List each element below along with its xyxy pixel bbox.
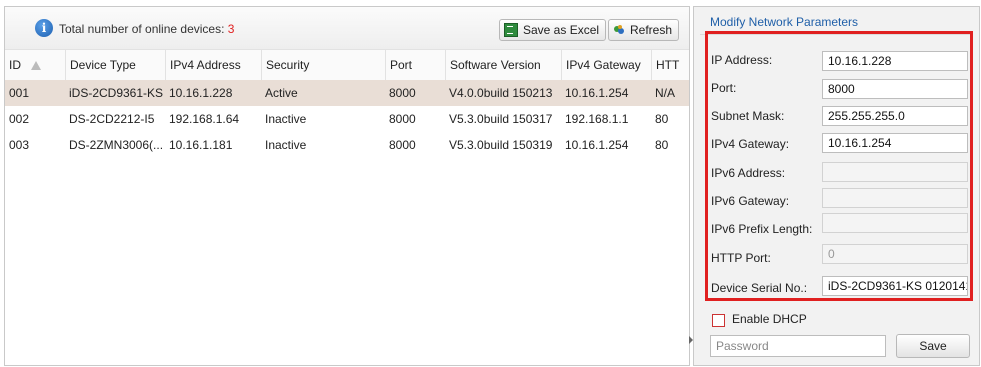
cell-security: Inactive — [265, 112, 307, 126]
password-field[interactable]: Password — [710, 335, 886, 357]
column-header-ipv4-gateway[interactable]: IPv4 Gateway — [561, 50, 651, 80]
cell-security: Inactive — [265, 138, 307, 152]
port-field[interactable]: 8000 — [822, 79, 968, 99]
column-header-id[interactable]: ID — [5, 50, 65, 80]
port-label: Port: — [711, 81, 737, 95]
subnet-mask-field[interactable]: 255.255.255.0 — [822, 106, 968, 126]
cell-id: 003 — [9, 138, 30, 152]
cell-software-version: V5.3.0build 150319 — [449, 138, 553, 152]
ipv6-gateway-label: IPv6 Gateway: — [711, 194, 790, 208]
cell-ipv4-address: 192.168.1.64 — [169, 112, 240, 126]
device-list-toolbar: i Total number of online devices: 3 Save… — [5, 7, 689, 50]
save-as-excel-label: Save as Excel — [523, 23, 600, 37]
enable-dhcp-label: Enable DHCP — [732, 312, 807, 326]
cell-ipv4-gateway: 10.16.1.254 — [565, 86, 629, 100]
cell-ipv4-address: 10.16.1.181 — [169, 138, 233, 152]
cell-software-version: V4.0.0build 150213 — [449, 86, 553, 100]
cell-software-version: V5.3.0build 150317 — [449, 112, 553, 126]
info-icon: i — [35, 19, 53, 37]
cell-ipv4-address: 10.16.1.228 — [169, 86, 233, 100]
cell-id: 002 — [9, 112, 30, 126]
column-header-device-type[interactable]: Device Type — [65, 50, 165, 80]
excel-icon — [504, 23, 518, 37]
column-header-http-port[interactable]: HTT — [651, 50, 689, 80]
device-serial-label: Device Serial No.: — [711, 281, 808, 295]
http-port-field: 0 — [822, 244, 968, 264]
online-devices-count: 3 — [227, 22, 235, 36]
http-port-label: HTTP Port: — [711, 251, 771, 265]
column-header-port[interactable]: Port — [385, 50, 445, 80]
refresh-icon — [613, 24, 625, 36]
subnet-mask-label: Subnet Mask: — [711, 109, 785, 123]
cell-device-type: DS-2ZMN3006(... — [69, 138, 164, 152]
ipv6-address-label: IPv6 Address: — [711, 166, 786, 180]
refresh-button[interactable]: Refresh — [608, 19, 680, 41]
enable-dhcp-checkbox[interactable] — [712, 314, 725, 327]
save-button[interactable]: Save — [896, 334, 970, 358]
sort-ascending-icon — [31, 61, 41, 70]
ip-address-label: IP Address: — [711, 53, 773, 67]
column-header-security[interactable]: Security — [261, 50, 385, 80]
cell-id: 001 — [9, 86, 30, 100]
column-header-ipv4-address[interactable]: IPv4 Address — [165, 50, 261, 80]
column-header-software-version[interactable]: Software Version — [445, 50, 561, 80]
cell-http-port: 80 — [655, 138, 669, 152]
table-row[interactable]: 003 DS-2ZMN3006(... 10.16.1.181 Inactive… — [5, 132, 689, 158]
online-devices-label: Total number of online devices: — [59, 22, 225, 36]
cell-security: Active — [265, 86, 298, 100]
table-row[interactable]: 002 DS-2CD2212-I5 192.168.1.64 Inactive … — [5, 106, 689, 132]
cell-http-port: N/A — [655, 86, 676, 100]
device-list-pane: i Total number of online devices: 3 Save… — [0, 0, 690, 367]
cell-http-port: 80 — [655, 112, 669, 126]
save-as-excel-button[interactable]: Save as Excel — [499, 19, 607, 41]
device-serial-field[interactable]: iDS-2CD9361-KS 0120141 — [822, 276, 968, 296]
ipv4-gateway-field[interactable]: 10.16.1.254 — [822, 133, 968, 153]
refresh-label: Refresh — [630, 23, 673, 37]
cell-port: 8000 — [389, 112, 416, 126]
cell-port: 8000 — [389, 86, 416, 100]
cell-device-type: iDS-2CD9361-KS — [69, 86, 164, 100]
cell-ipv4-gateway: 192.168.1.1 — [565, 112, 629, 126]
ipv6-prefix-length-label: IPv6 Prefix Length: — [711, 222, 813, 236]
cell-device-type: DS-2CD2212-I5 — [69, 112, 155, 126]
cell-ipv4-gateway: 10.16.1.254 — [565, 138, 629, 152]
ipv6-prefix-length-field — [822, 213, 968, 233]
ipv6-gateway-field — [822, 188, 968, 208]
table-header: ID Device Type IPv4 Address Security Por… — [5, 49, 689, 81]
cell-port: 8000 — [389, 138, 416, 152]
online-devices-summary: Total number of online devices: 3 — [59, 22, 234, 36]
ip-address-field[interactable]: 10.16.1.228 — [822, 51, 968, 71]
table-row[interactable]: 001 iDS-2CD9361-KS 10.16.1.228 Active 80… — [5, 80, 689, 106]
ipv6-address-field — [822, 162, 968, 182]
device-list-frame: i Total number of online devices: 3 Save… — [4, 6, 690, 366]
panel-title: Modify Network Parameters — [710, 15, 859, 29]
ipv4-gateway-label: IPv4 Gateway: — [711, 137, 790, 151]
